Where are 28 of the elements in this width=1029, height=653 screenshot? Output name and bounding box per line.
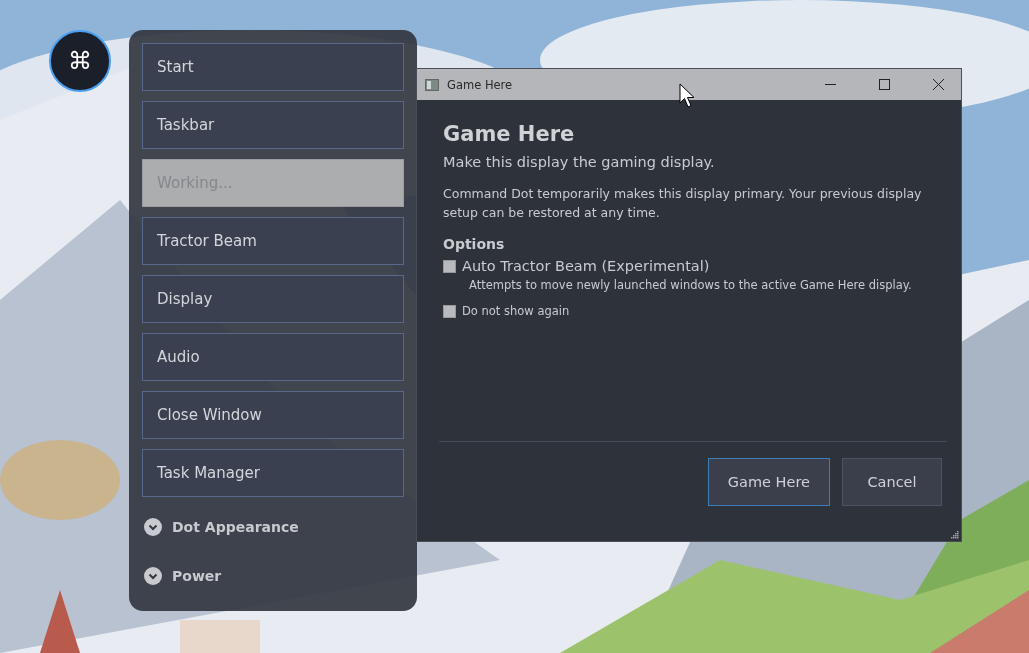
menu-button[interactable]: Close Window [142, 391, 404, 439]
options-heading: Options [443, 236, 506, 252]
dialog-description: Command Dot temporarily makes this display primary. Your previous display setup can be restored at any time. [443, 185, 923, 222]
section-toggle[interactable]: Dot Appearance [142, 507, 404, 546]
menu-button[interactable]: Task Manager [142, 449, 404, 497]
dialog-button[interactable]: Game Here [707, 458, 830, 506]
checkbox-label: Do not show again [462, 304, 570, 318]
maximize-icon[interactable] [878, 79, 890, 90]
menu-button[interactable]: Audio [142, 333, 404, 381]
option-hint: Attempts to move newly launched windows to the active Game Here display. [469, 278, 913, 292]
menu-button[interactable]: Start [142, 43, 404, 91]
close-icon[interactable] [932, 79, 944, 90]
checkbox[interactable] [443, 304, 456, 318]
menu-button[interactable]: Taskbar [142, 101, 404, 149]
window-title: Game Here [447, 77, 514, 92]
checkbox[interactable] [443, 259, 456, 273]
section-toggle[interactable]: Power [142, 556, 404, 595]
menu-button[interactable]: Tractor Beam [142, 217, 404, 265]
resize-grip-icon[interactable] [949, 529, 959, 539]
dialog-heading: Game Here [443, 122, 576, 146]
chevron-icon [144, 517, 162, 536]
dialog-subtitle: Make this display the gaming display. [443, 154, 716, 170]
menu-button[interactable]: Display [142, 275, 404, 323]
dialog-button[interactable]: Cancel [842, 458, 942, 506]
checkbox-label: Auto Tractor Beam (Experimental) [462, 258, 710, 274]
chevron-icon [144, 566, 162, 585]
cursor-icon [679, 83, 696, 109]
app-icon [425, 78, 439, 91]
